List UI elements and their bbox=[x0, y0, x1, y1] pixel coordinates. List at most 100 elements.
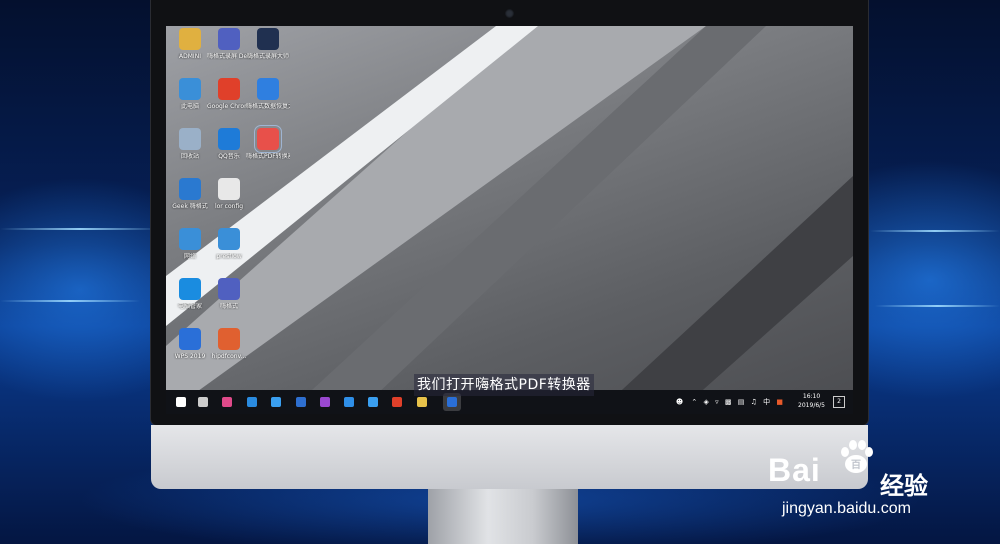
taskbar-app-glyph bbox=[368, 397, 378, 407]
laptop-icon bbox=[218, 228, 240, 250]
qq-music-icon bbox=[218, 128, 240, 150]
desktop-icon[interactable]: Google Chrome bbox=[207, 78, 251, 110]
desktop-icon[interactable]: 嗨格式录屏大师 bbox=[246, 28, 290, 60]
desktop-icon[interactable]: 嗨格式PDF转换器 bbox=[246, 125, 290, 160]
battery-icon[interactable]: ▩ bbox=[725, 398, 732, 406]
shield-icon[interactable]: ◈ bbox=[704, 398, 709, 406]
desktop-icon[interactable]: Geek 嗨格式 bbox=[168, 178, 212, 210]
people-icon[interactable]: ☻ bbox=[676, 398, 683, 406]
browser-app-icon[interactable] bbox=[243, 393, 261, 411]
task-view-icon[interactable] bbox=[194, 393, 212, 411]
baidu-paw-logo: 百 bbox=[841, 440, 873, 473]
webcam bbox=[505, 9, 514, 18]
desktop-screen[interactable]: ADMINI 嗨格式录屏 Desktop 1嗨格式录屏大师此电脑 Google Ch… bbox=[166, 26, 853, 414]
decor-line bbox=[0, 228, 160, 230]
chrome-icon[interactable] bbox=[388, 393, 406, 411]
video-subtitle: 我们打开嗨格式PDF转换器 bbox=[414, 374, 594, 396]
desktop-icon-label: 电脑管家 bbox=[177, 303, 202, 310]
paw-text: 百 bbox=[851, 459, 861, 471]
chrome-icon bbox=[218, 78, 240, 100]
watermark-url: jingyan.baidu.com bbox=[782, 500, 911, 517]
desktop-icon[interactable]: 此电脑 bbox=[168, 78, 212, 110]
chevron-up-icon[interactable]: ⌃ bbox=[691, 398, 697, 406]
desktop-icon[interactable]: 嗨格式数据恢复大师 bbox=[246, 78, 290, 110]
clock[interactable]: 16:10 2019/6/5 bbox=[798, 392, 825, 410]
watermark-title: 经验 bbox=[880, 472, 928, 500]
desktop-icon-label: 回收站 bbox=[180, 153, 199, 160]
installer-icon bbox=[218, 328, 240, 350]
desktop-icon[interactable]: WPS 2019 bbox=[168, 328, 212, 360]
taskbar-app-glyph bbox=[392, 397, 402, 407]
data-recovery-icon bbox=[257, 78, 279, 100]
desktop-icon-label: 嗨格式录屏大师 bbox=[246, 53, 289, 60]
desktop-icon[interactable]: 网络 bbox=[168, 228, 212, 260]
volume-icon[interactable]: ♫ bbox=[751, 398, 757, 406]
recycle-bin-icon bbox=[179, 128, 201, 150]
desktop-icon-label: Geek 嗨格式 bbox=[172, 203, 208, 210]
pc-manager-icon bbox=[179, 278, 201, 300]
app-icon[interactable] bbox=[364, 393, 382, 411]
desktop-icon-label: WPS 2019 bbox=[174, 353, 206, 360]
desktop-icon-label: 网络 bbox=[183, 253, 196, 260]
desktop-icon[interactable]: lor config bbox=[207, 178, 251, 210]
desktop-icon-label: 嗨格式数据恢复大师 bbox=[246, 103, 290, 110]
desktop-icon[interactable]: hipdfconv... bbox=[207, 328, 251, 360]
desktop-icon-label: ADMINI bbox=[179, 53, 201, 60]
wps-icon bbox=[179, 328, 201, 350]
desktop-icon-label: 此电脑 bbox=[180, 103, 199, 110]
clock-time: 16:10 bbox=[802, 393, 821, 400]
decor-line bbox=[870, 230, 1000, 232]
desktop-icon-label: presflow bbox=[216, 253, 242, 260]
desktop-icon-label: 嗨格式录屏 Desktop 1 bbox=[207, 53, 251, 60]
wallpaper-shadow bbox=[596, 176, 853, 414]
pdf-converter-icon bbox=[254, 125, 282, 153]
desktop-icon-label: 嗨格式 bbox=[219, 303, 238, 310]
start-icon[interactable] bbox=[172, 393, 190, 411]
taskbar-app-glyph bbox=[417, 397, 427, 407]
app-icon bbox=[218, 28, 240, 50]
desktop-icon-label: lor config bbox=[214, 203, 244, 210]
edge-icon[interactable] bbox=[340, 393, 358, 411]
desktop-icon-label: 嗨格式PDF转换器 bbox=[246, 153, 290, 160]
decor-line bbox=[0, 300, 140, 302]
app-icon bbox=[218, 278, 240, 300]
taskbar-app-glyph bbox=[344, 397, 354, 407]
input-method-indicator[interactable]: 中 bbox=[763, 398, 770, 406]
network-tray-icon[interactable]: ▤ bbox=[738, 398, 745, 406]
premiere-icon[interactable] bbox=[316, 393, 334, 411]
app-tray-icon[interactable]: ■ bbox=[776, 398, 783, 406]
photoshop-icon[interactable] bbox=[292, 393, 310, 411]
notification-center-button[interactable]: 2 bbox=[833, 396, 845, 408]
taskbar-app-glyph bbox=[296, 397, 306, 407]
desktop-icon-label: Google Chrome bbox=[207, 103, 251, 110]
watermark-brand: Bai bbox=[768, 452, 821, 488]
desktop-icon[interactable]: 电脑管家 bbox=[168, 278, 212, 310]
desktop-icon[interactable]: 回收站 bbox=[168, 128, 212, 160]
decor-line bbox=[875, 305, 1000, 307]
clock-date: 2019/6/5 bbox=[798, 402, 825, 409]
desktop-icon[interactable]: 嗨格式录屏 Desktop 1 bbox=[207, 28, 251, 60]
desktop-icon[interactable]: 嗨格式 bbox=[207, 278, 251, 310]
file-icon bbox=[218, 178, 240, 200]
user-folder-icon bbox=[179, 28, 201, 50]
desktop-icon[interactable]: QQ音乐 bbox=[207, 128, 251, 160]
taskbar-app-glyph bbox=[198, 397, 208, 407]
wifi-icon[interactable]: ▿ bbox=[715, 398, 719, 406]
taskbar-app-glyph bbox=[271, 397, 281, 407]
computer-icon bbox=[179, 78, 201, 100]
taskbar-app-glyph bbox=[176, 397, 186, 407]
taskbar-app-glyph bbox=[447, 397, 457, 407]
photos-app-icon[interactable] bbox=[218, 393, 236, 411]
app-icon bbox=[179, 178, 201, 200]
desktop-icon-label: QQ音乐 bbox=[218, 153, 240, 160]
network-icon bbox=[179, 228, 201, 250]
desktop-icon-label: hipdfconv... bbox=[211, 353, 247, 360]
monitor-chin bbox=[151, 425, 868, 489]
taskbar-app-glyph bbox=[222, 397, 232, 407]
system-tray: ☻ ⌃ ◈ ▿ ▩ ▤ ♫ 中 ■ bbox=[676, 390, 783, 414]
screen-recorder-icon bbox=[257, 28, 279, 50]
monitor-stand bbox=[428, 489, 578, 544]
desktop-icon[interactable]: presflow bbox=[207, 228, 251, 260]
desktop-icon[interactable]: ADMINI bbox=[168, 28, 212, 60]
media-app-icon[interactable] bbox=[267, 393, 285, 411]
